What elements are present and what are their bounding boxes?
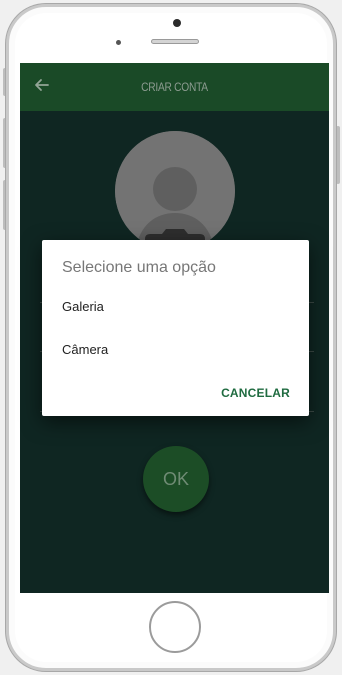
app-bar: CRIAR CONTA bbox=[20, 63, 329, 111]
front-camera bbox=[173, 19, 181, 27]
page-title: CRIAR CONTA bbox=[141, 80, 208, 94]
option-camera[interactable]: Câmera bbox=[62, 342, 108, 357]
home-button[interactable] bbox=[149, 601, 201, 653]
cancel-button[interactable]: CANCELAR bbox=[221, 386, 290, 400]
earpiece-speaker bbox=[151, 39, 199, 44]
proximity-sensor bbox=[116, 40, 121, 45]
dialog-title: Selecione uma opção bbox=[62, 259, 216, 276]
select-option-dialog: Selecione uma opção Galeria Câmera CANCE… bbox=[42, 240, 309, 416]
power-button bbox=[336, 126, 340, 184]
device-mockup: CRIAR CONTA OK Selecione uma opção Galer… bbox=[0, 0, 342, 675]
option-gallery[interactable]: Galeria bbox=[62, 299, 104, 314]
profile-photo-button[interactable] bbox=[115, 131, 235, 251]
ok-button[interactable]: OK bbox=[143, 446, 209, 512]
